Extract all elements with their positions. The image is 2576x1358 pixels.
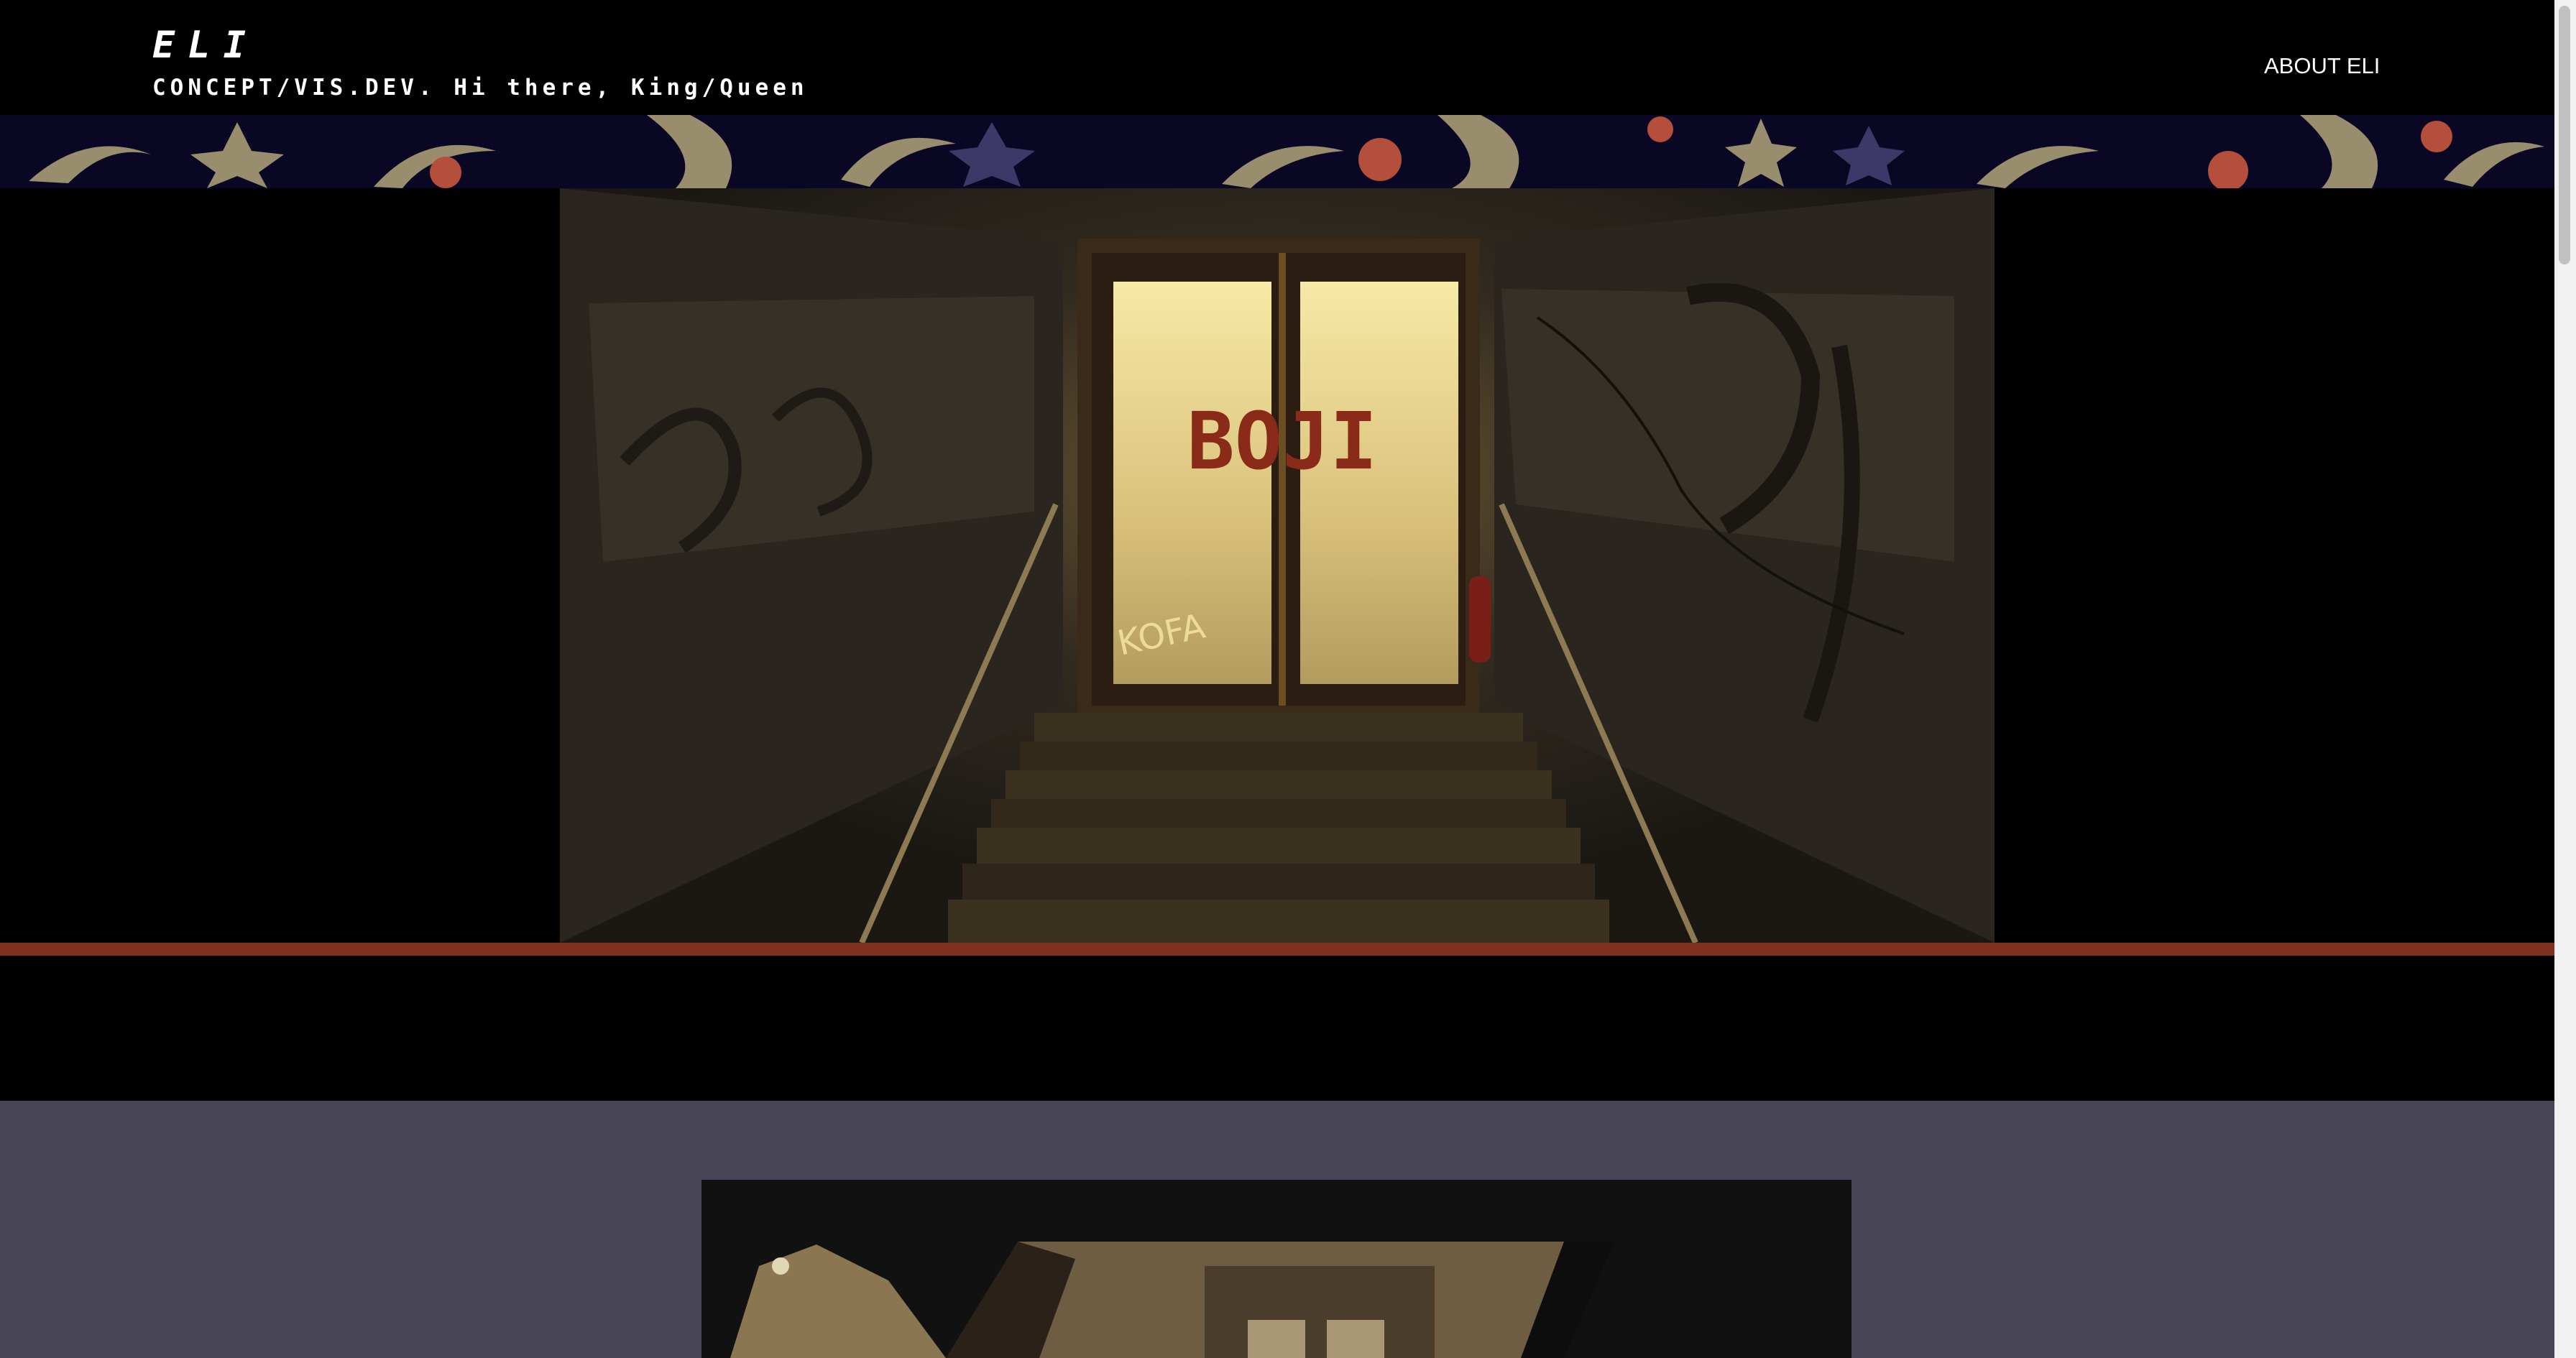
spacer bbox=[0, 956, 2554, 1101]
site-title[interactable]: ELI bbox=[152, 20, 259, 70]
boji-sign: BOJI bbox=[1187, 395, 1378, 487]
gallery-section bbox=[0, 1101, 2554, 1358]
stairwell-illustration: BOJI KOFA bbox=[560, 188, 1995, 943]
accent-divider bbox=[0, 943, 2554, 956]
project-thumbnail bbox=[702, 1180, 1852, 1358]
nav-about-link[interactable]: ABOUT ELI bbox=[2264, 50, 2380, 82]
site-tagline: CONCEPT/VIS.DEV. Hi there, King/Queen bbox=[152, 75, 809, 101]
hero-section: BOJI KOFA bbox=[0, 188, 2554, 943]
hero-artwork[interactable]: BOJI KOFA bbox=[560, 188, 1995, 943]
site-header: ELI CONCEPT/VIS.DEV. Hi there, King/Quee… bbox=[0, 0, 2554, 115]
decorative-pattern-banner bbox=[0, 115, 2554, 188]
scrollbar-thumb[interactable] bbox=[2559, 6, 2570, 264]
svg-text:BOJI: BOJI bbox=[1187, 395, 1378, 487]
scrollbar[interactable] bbox=[2554, 0, 2576, 1358]
project-card[interactable] bbox=[702, 1180, 1852, 1358]
star-moon-pattern bbox=[0, 115, 2554, 188]
